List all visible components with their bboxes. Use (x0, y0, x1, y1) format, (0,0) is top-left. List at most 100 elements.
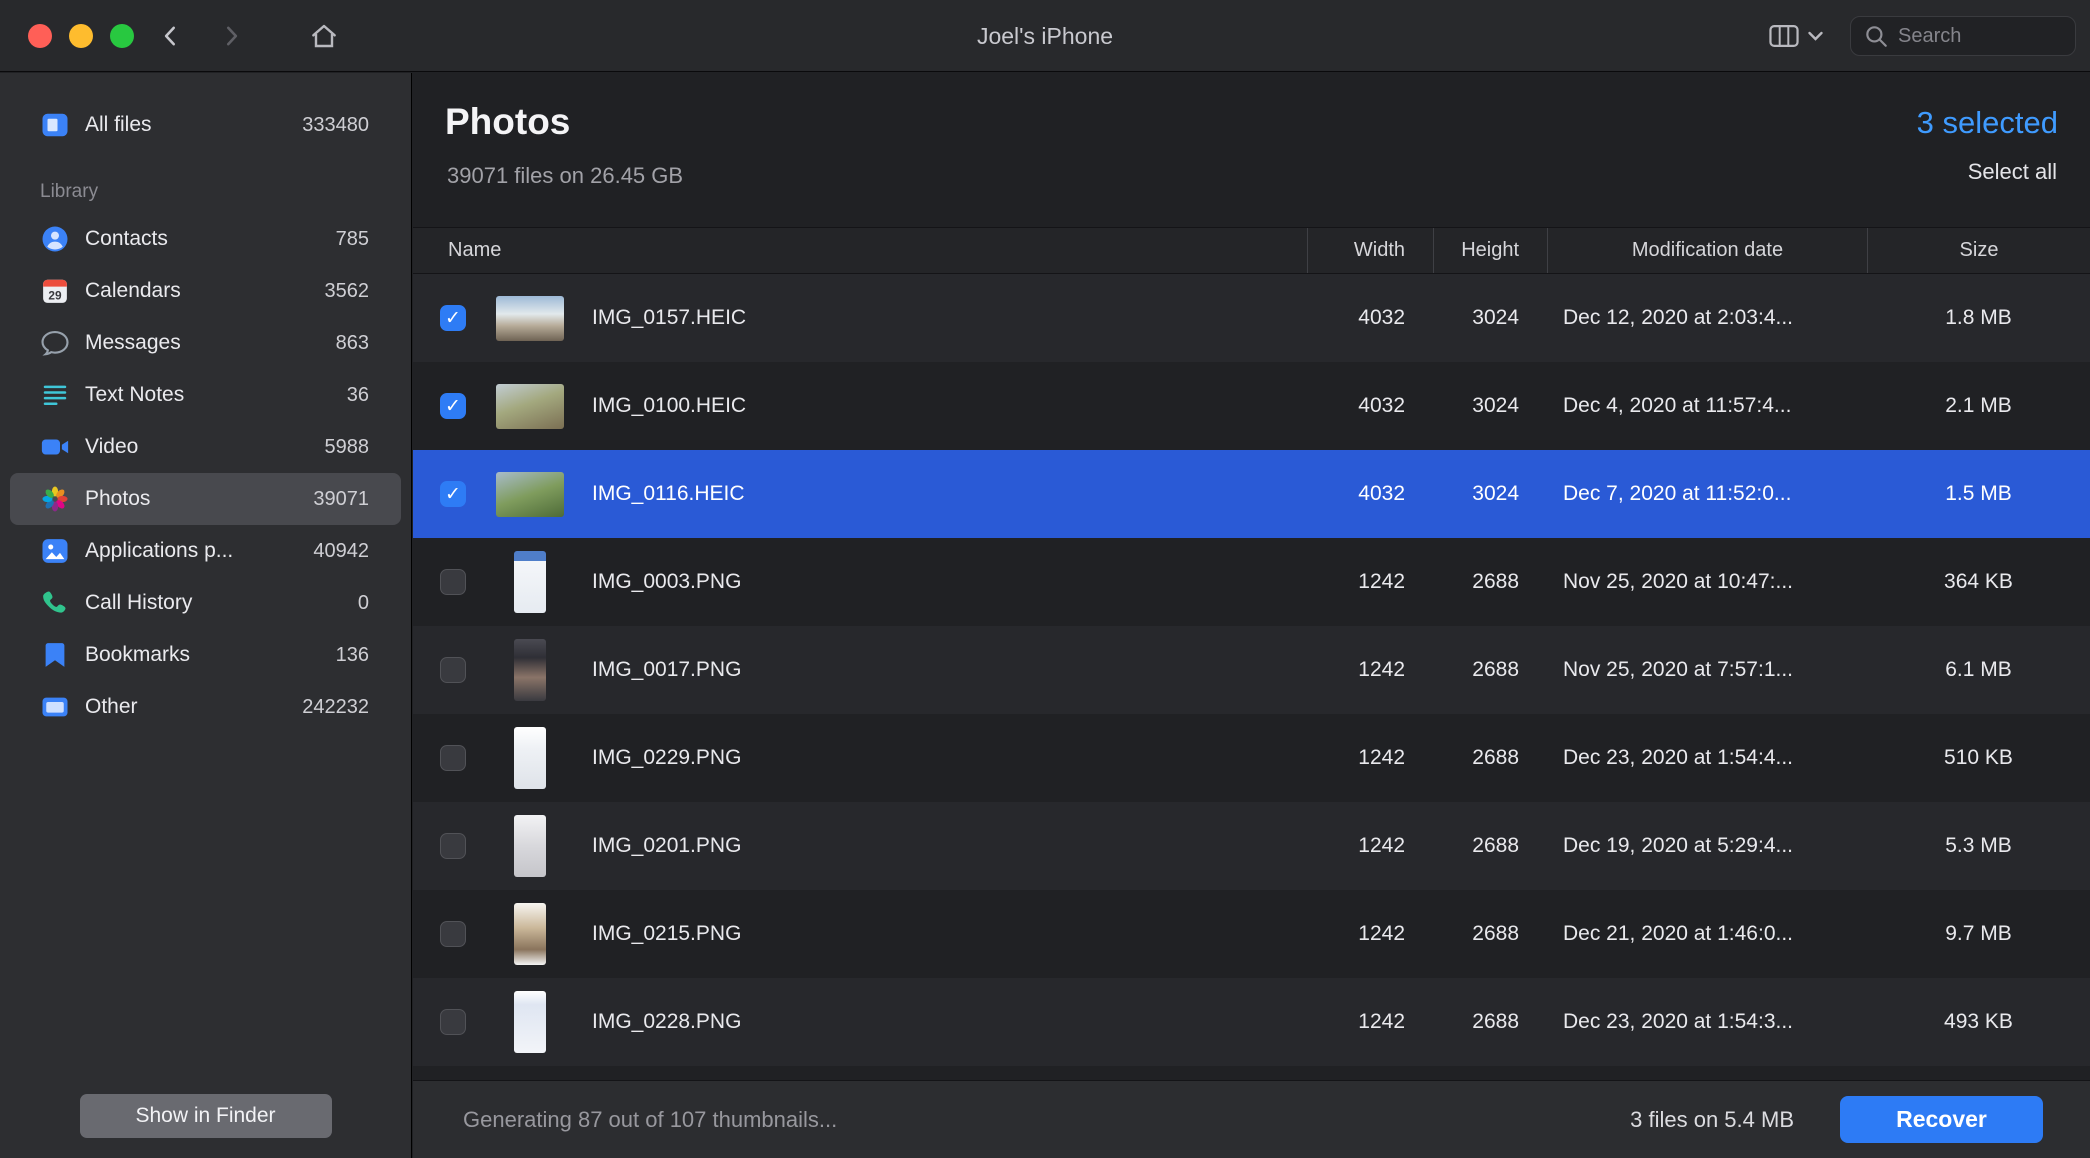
selection-summary: 3 files on 5.4 MB (1630, 1106, 1794, 1132)
chevron-down-icon (1807, 30, 1824, 42)
back-button[interactable] (158, 20, 184, 52)
file-modification-date: Dec 23, 2020 at 1:54:3... (1563, 1010, 1793, 1033)
row-checkbox[interactable] (440, 833, 466, 859)
table-row[interactable]: IMG_0003.PNG 1242 2688 Nov 25, 2020 at 1… (413, 538, 2090, 626)
table-row[interactable]: IMG_0228.PNG 1242 2688 Dec 23, 2020 at 1… (413, 978, 2090, 1066)
text-notes-icon (40, 380, 70, 410)
row-checkbox[interactable] (440, 305, 466, 331)
table-row[interactable]: IMG_0229.PNG 1242 2688 Dec 23, 2020 at 1… (413, 714, 2090, 802)
column-header-size[interactable]: Size (1867, 228, 2090, 273)
all-files-icon (40, 110, 70, 140)
sidebar-item-video[interactable]: Video 5988 (10, 421, 401, 473)
table-row[interactable]: IMG_0215.PNG 1242 2688 Dec 21, 2020 at 1… (413, 890, 2090, 978)
table-row[interactable]: IMG_0201.PNG 1242 2688 Dec 19, 2020 at 5… (413, 802, 2090, 890)
file-modification-date: Dec 4, 2020 at 11:57:4... (1563, 394, 1792, 417)
row-checkbox[interactable] (440, 657, 466, 683)
file-modification-date: Dec 23, 2020 at 1:54:4... (1563, 746, 1793, 769)
sidebar-item-count: 3562 (324, 279, 370, 302)
file-height: 3024 (1472, 482, 1519, 505)
file-name: IMG_0017.PNG (592, 658, 742, 681)
file-width: 1242 (1358, 1010, 1405, 1033)
column-header-modification-date[interactable]: Modification date (1547, 228, 1867, 273)
show-in-finder-button[interactable]: Show in Finder (79, 1094, 332, 1138)
column-header-width[interactable]: Width (1307, 228, 1433, 273)
recover-button[interactable]: Recover (1840, 1096, 2043, 1143)
sidebar-item-count: 36 (346, 383, 369, 406)
page-title: Photos (445, 101, 571, 142)
file-size: 6.1 MB (1945, 658, 2012, 681)
file-modification-date: Dec 19, 2020 at 5:29:4... (1563, 834, 1793, 857)
page-subtitle: 39071 files on 26.45 GB (447, 163, 684, 188)
file-height: 2688 (1472, 834, 1519, 857)
file-width: 1242 (1358, 834, 1405, 857)
sidebar-item-label: Call History (85, 591, 193, 614)
home-button[interactable] (308, 0, 340, 72)
other-icon (40, 692, 70, 722)
sidebar-item-bookmarks[interactable]: Bookmarks 136 (10, 629, 401, 681)
close-button[interactable] (28, 24, 52, 48)
forward-button[interactable] (218, 20, 244, 52)
file-thumbnail (496, 551, 564, 613)
sidebar-item-count: 0 (357, 591, 369, 614)
sidebar-library-list: Contacts 785 29 Calendars 3562 Messages … (0, 213, 411, 733)
row-checkbox[interactable] (440, 481, 466, 507)
file-size: 9.7 MB (1945, 922, 2012, 945)
calendars-icon: 29 (40, 276, 70, 306)
sidebar-item-count: 785 (335, 227, 369, 250)
row-checkbox[interactable] (440, 1009, 466, 1035)
file-thumbnail (496, 383, 564, 429)
sidebar-item-photos[interactable]: Photos 39071 (10, 473, 401, 525)
column-header-name[interactable]: Name (413, 239, 1307, 262)
sidebar-item-contacts[interactable]: Contacts 785 (10, 213, 401, 265)
minimize-button[interactable] (69, 24, 93, 48)
file-height: 2688 (1472, 746, 1519, 769)
file-height: 2688 (1472, 1010, 1519, 1033)
file-name: IMG_0157.HEIC (592, 306, 747, 329)
main-content: Photos 39071 files on 26.45 GB 3 selecte… (413, 73, 2090, 1080)
table-row[interactable]: IMG_0017.PNG 1242 2688 Nov 25, 2020 at 7… (413, 626, 2090, 714)
file-width: 4032 (1358, 482, 1405, 505)
search-input[interactable] (1898, 24, 2063, 48)
table-row[interactable]: IMG_0100.HEIC 4032 3024 Dec 4, 2020 at 1… (413, 362, 2090, 450)
file-size: 5.3 MB (1945, 834, 2012, 857)
sidebar-item-text-notes[interactable]: Text Notes 36 (10, 369, 401, 421)
svg-text:29: 29 (48, 288, 62, 302)
row-checkbox[interactable] (440, 569, 466, 595)
row-checkbox[interactable] (440, 745, 466, 771)
file-name: IMG_0003.PNG (592, 570, 742, 593)
search-field[interactable] (1850, 16, 2076, 56)
file-width: 1242 (1358, 658, 1405, 681)
sidebar-item-other[interactable]: Other 242232 (10, 681, 401, 733)
select-all-button[interactable]: Select all (1968, 159, 2057, 185)
file-thumbnail (496, 471, 564, 517)
sidebar-item-count: 5988 (324, 435, 370, 458)
statusbar: Generating 87 out of 107 thumbnails... 3… (413, 1080, 2090, 1158)
table-row[interactable]: IMG_0157.HEIC 4032 3024 Dec 12, 2020 at … (413, 274, 2090, 362)
sidebar-item-applications-p[interactable]: Applications p... 40942 (10, 525, 401, 577)
sidebar-item-messages[interactable]: Messages 863 (10, 317, 401, 369)
column-header-height[interactable]: Height (1433, 228, 1547, 273)
sidebar-item-label: All files (85, 113, 152, 136)
file-thumbnail (496, 295, 564, 341)
view-selector[interactable] (1768, 21, 1824, 51)
table-row[interactable]: IMG_0116.HEIC 4032 3024 Dec 7, 2020 at 1… (413, 450, 2090, 538)
sidebar-item-calendars[interactable]: 29 Calendars 3562 (10, 265, 401, 317)
file-name: IMG_0228.PNG (592, 1010, 742, 1033)
table-header: Name Width Height Modification date Size (413, 227, 2090, 274)
file-width: 1242 (1358, 922, 1405, 945)
sidebar-item-count: 333480 (302, 113, 369, 136)
sidebar-section-label: Library (40, 181, 99, 202)
file-thumbnail (496, 903, 564, 965)
row-checkbox[interactable] (440, 921, 466, 947)
contacts-icon (40, 224, 70, 254)
file-size: 2.1 MB (1945, 394, 2012, 417)
photos-icon (40, 484, 70, 514)
file-size: 1.5 MB (1945, 482, 2012, 505)
row-checkbox[interactable] (440, 393, 466, 419)
sidebar-item-call-history[interactable]: Call History 0 (10, 577, 401, 629)
applications-icon (40, 536, 70, 566)
file-height: 2688 (1472, 658, 1519, 681)
zoom-button[interactable] (110, 24, 134, 48)
sidebar-item-label: Messages (85, 331, 181, 354)
sidebar-item-all-files[interactable]: All files 333480 (10, 99, 401, 151)
